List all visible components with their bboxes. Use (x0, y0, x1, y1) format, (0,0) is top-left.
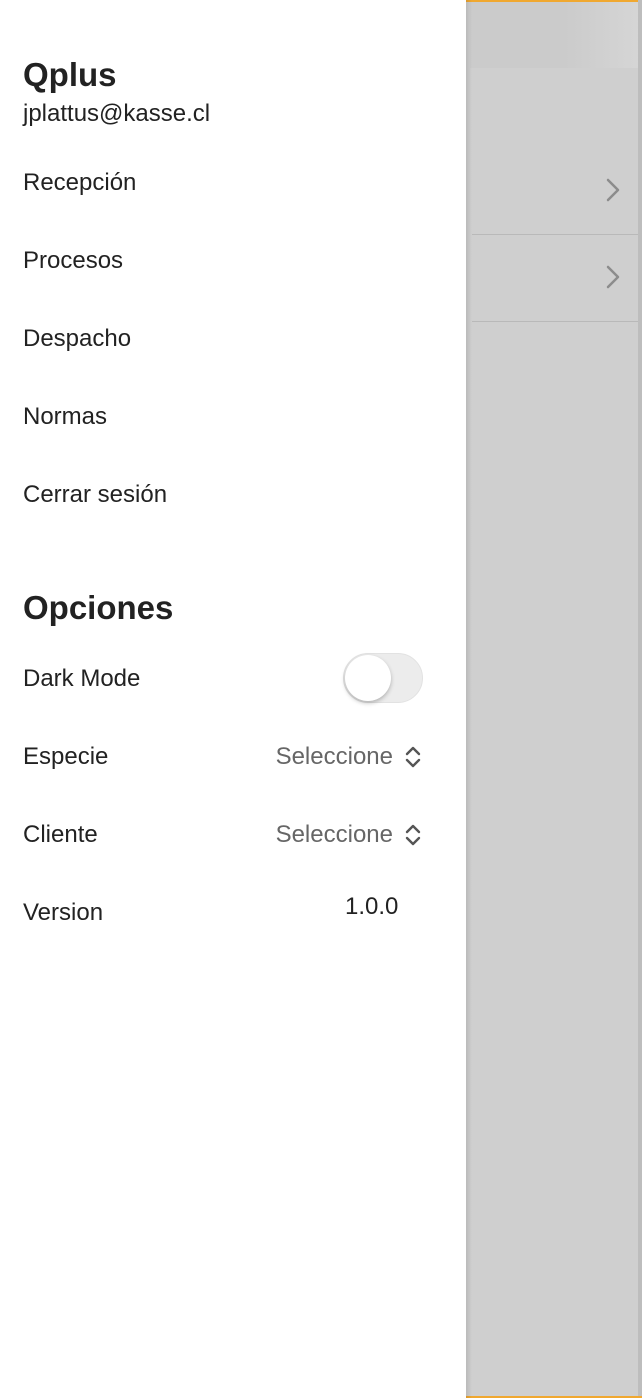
drawer-shadow (466, 0, 472, 1398)
backdrop-edge (638, 0, 642, 1398)
version-row: Version 1.0.0 (23, 891, 423, 935)
especie-select-value: Seleccione (275, 743, 393, 770)
menu-item-cerrar-sesion[interactable]: Cerrar sesión (23, 475, 443, 515)
especie-row: Especie Seleccione (23, 735, 423, 779)
menu-item-recepcion[interactable]: Recepción (23, 163, 443, 203)
toggle-knob (345, 655, 391, 701)
options-section-title: Opciones (23, 589, 174, 626)
dark-mode-row: Dark Mode (23, 653, 423, 703)
version-value: 1.0.0 (345, 893, 399, 920)
app-title: Qplus (23, 56, 117, 93)
backdrop-list-row (472, 148, 638, 235)
dark-mode-label: Dark Mode (23, 665, 141, 692)
screen: Qplus jplattus@kasse.cl Recepción Proces… (0, 0, 642, 1398)
version-label: Version (23, 899, 104, 926)
especie-label: Especie (23, 743, 109, 770)
user-email: jplattus@kasse.cl (23, 100, 211, 127)
menu-item-procesos[interactable]: Procesos (23, 241, 443, 281)
cliente-select[interactable]: Seleccione (276, 813, 423, 857)
side-drawer: Qplus jplattus@kasse.cl Recepción Proces… (0, 0, 466, 1398)
menu-item-normas[interactable]: Normas (23, 397, 443, 437)
backdrop-header (470, 2, 642, 68)
dark-mode-toggle[interactable] (343, 653, 423, 703)
cliente-select-value: Seleccione (275, 821, 393, 848)
chevron-right-icon (606, 178, 620, 202)
chevron-up-down-icon (405, 824, 421, 846)
chevron-up-down-icon (405, 746, 421, 768)
cliente-row: Cliente Seleccione (23, 813, 423, 857)
especie-select[interactable]: Seleccione (276, 735, 423, 779)
cliente-label: Cliente (23, 821, 98, 848)
backdrop-list-row (472, 235, 638, 322)
menu-item-despacho[interactable]: Despacho (23, 319, 443, 359)
chevron-right-icon (606, 265, 620, 289)
